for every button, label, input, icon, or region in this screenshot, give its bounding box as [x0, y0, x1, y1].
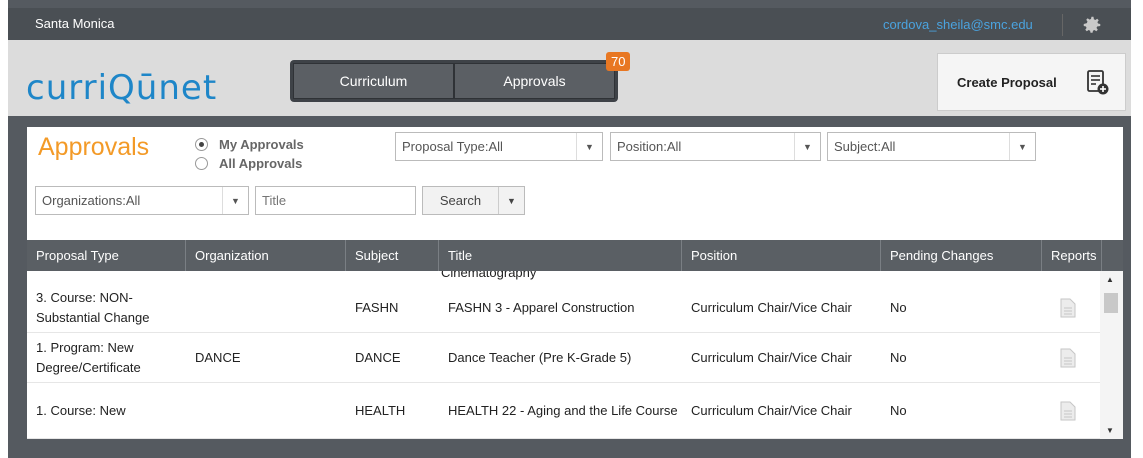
table-header: Proposal Type Organization Subject Title… — [27, 240, 1123, 271]
table-row[interactable]: 3. Course: NON-Substantial Change FASHN … — [27, 283, 1100, 333]
select-value: Subject:All — [834, 139, 896, 154]
scroll-up-arrow-icon[interactable]: ▲ — [1106, 275, 1114, 284]
column-header[interactable]: Proposal Type — [27, 240, 186, 271]
chevron-down-icon: ▼ — [1009, 133, 1035, 160]
column-header[interactable]: Organization — [186, 240, 346, 271]
cell-title: HEALTH 22 - Aging and the Life Course — [448, 402, 678, 418]
title-input[interactable] — [255, 186, 416, 215]
partial-row-title: Cinematography — [441, 271, 537, 280]
document-icon[interactable] — [1060, 401, 1076, 421]
tab-curriculum[interactable]: Curriculum — [293, 63, 454, 99]
report-cell — [1042, 283, 1100, 332]
radio-label: All Approvals — [219, 156, 303, 171]
position-select[interactable]: Position:All ▼ — [610, 132, 821, 161]
gear-icon[interactable] — [1081, 14, 1103, 36]
cell-subject: FASHN — [355, 299, 399, 315]
page-title: Approvals — [38, 133, 150, 161]
cell-proposal-type: 1. Program: New Degree/Certificate — [36, 339, 141, 375]
chevron-down-icon: ▼ — [576, 133, 602, 160]
cell-pending: No — [890, 402, 907, 418]
radio-button[interactable] — [195, 157, 208, 170]
subject-select[interactable]: Subject:All ▼ — [827, 132, 1036, 161]
topbar-divider — [1062, 14, 1063, 36]
chevron-down-icon: ▼ — [222, 187, 248, 214]
search-label: Search — [439, 193, 482, 208]
radio-my-approvals[interactable]: My Approvals — [195, 137, 304, 152]
organizations-select[interactable]: Organizations:All ▼ — [35, 186, 249, 215]
cell-organization: DANCE — [195, 349, 241, 365]
column-header[interactable]: Pending Changes — [881, 240, 1042, 271]
cell-subject: DANCE — [355, 349, 401, 365]
cell-organization — [186, 283, 346, 332]
approvals-count-badge: 70 — [606, 52, 631, 71]
search-button[interactable]: Search ▼ — [422, 186, 525, 215]
cell-organization — [186, 383, 346, 438]
cell-position: Curriculum Chair/Vice Chair — [691, 299, 852, 315]
select-value: Organizations:All — [42, 193, 141, 208]
column-header[interactable]: Reports — [1042, 240, 1102, 271]
create-proposal-button[interactable]: Create Proposal — [937, 53, 1126, 111]
document-icon[interactable] — [1060, 348, 1076, 368]
table-body: Cinematography 3. Course: NON-Substantia… — [27, 271, 1100, 439]
radio-all-approvals[interactable]: All Approvals — [195, 156, 302, 171]
report-cell — [1042, 333, 1100, 382]
approvals-panel: Approvals My Approvals All Approvals Pro… — [27, 127, 1123, 439]
cell-pending: No — [890, 299, 907, 315]
column-header[interactable]: Subject — [346, 240, 439, 271]
chevron-down-icon: ▼ — [794, 133, 820, 160]
report-cell — [1042, 383, 1100, 438]
table-scrollbar[interactable]: ▲ ▼ — [1100, 271, 1123, 439]
curriqunet-logo[interactable]: curriQūnet — [26, 68, 217, 108]
cell-title: Dance Teacher (Pre K-Grade 5) — [448, 349, 632, 365]
main-nav: Curriculum Approvals — [290, 60, 618, 102]
cell-position: Curriculum Chair/Vice Chair — [691, 402, 852, 418]
user-email-link[interactable]: cordova_sheila@smc.edu — [883, 17, 1033, 32]
cell-proposal-type: 3. Course: NON-Substantial Change — [36, 289, 150, 325]
select-value: Position:All — [617, 139, 682, 154]
cell-title: FASHN 3 - Apparel Construction — [448, 299, 635, 315]
radio-button-selected[interactable] — [195, 138, 208, 151]
top-bar: Santa Monica cordova_sheila@smc.edu — [8, 8, 1131, 40]
cell-pending: No — [890, 349, 907, 365]
cell-position: Curriculum Chair/Vice Chair — [691, 349, 852, 365]
document-add-icon — [1087, 70, 1109, 95]
cell-subject: HEALTH — [355, 402, 406, 418]
proposal-type-select[interactable]: Proposal Type:All ▼ — [395, 132, 603, 161]
cell-proposal-type: 1. Course: New — [36, 402, 126, 418]
column-header[interactable]: Title — [439, 240, 682, 271]
column-header[interactable]: Position — [682, 240, 881, 271]
tab-approvals[interactable]: Approvals — [454, 63, 615, 99]
radio-label: My Approvals — [219, 137, 304, 152]
campus-name: Santa Monica — [35, 16, 115, 31]
document-icon[interactable] — [1060, 298, 1076, 318]
select-value: Proposal Type:All — [402, 139, 503, 154]
scroll-down-arrow-icon[interactable]: ▼ — [1106, 426, 1114, 435]
table-row[interactable]: 1. Course: New HEALTH HEALTH 22 - Aging … — [27, 383, 1100, 439]
create-proposal-label: Create Proposal — [957, 75, 1057, 90]
table-row[interactable]: 1. Program: New Degree/Certificate DANCE… — [27, 333, 1100, 383]
chevron-down-icon[interactable]: ▼ — [498, 187, 524, 214]
header: curriQūnet Curriculum Approvals 70 Creat… — [8, 40, 1131, 116]
scrollbar-thumb[interactable] — [1104, 293, 1118, 313]
